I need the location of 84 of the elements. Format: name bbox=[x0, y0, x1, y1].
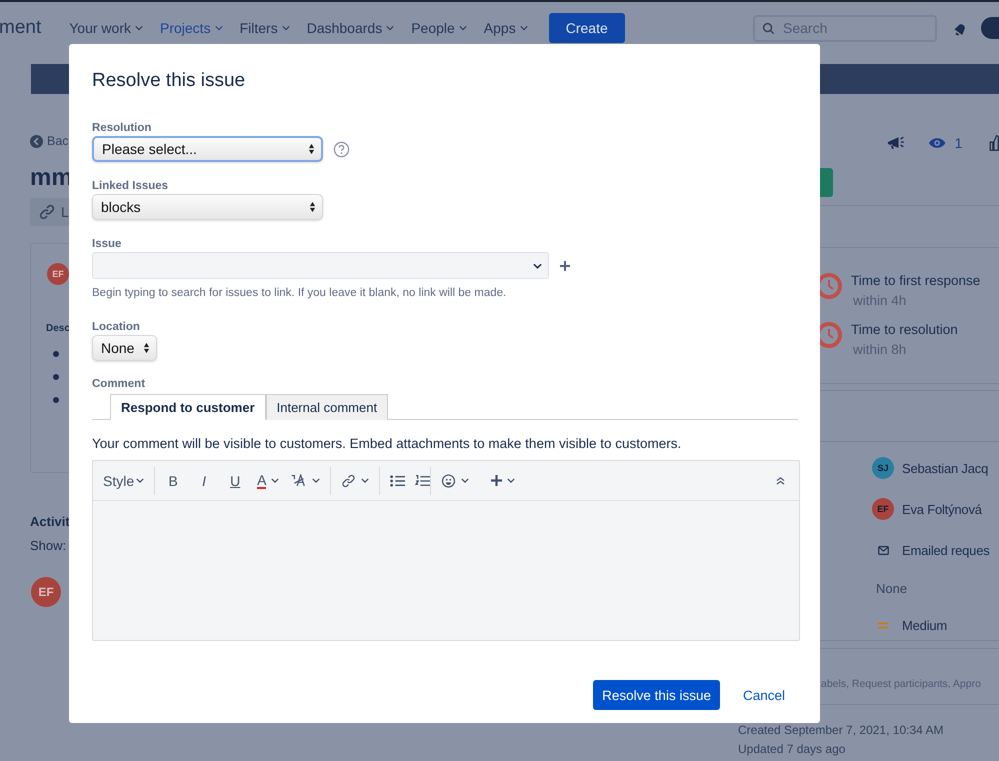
avatar: EF bbox=[31, 577, 61, 607]
person-name: Sebastian Jacq bbox=[902, 460, 988, 476]
text-style-dropdown[interactable]: Style bbox=[103, 472, 144, 488]
text-size-icon[interactable] bbox=[289, 474, 308, 487]
search-field[interactable]: Search bbox=[753, 14, 937, 42]
stepper-icon bbox=[309, 201, 316, 213]
nav-menu[interactable]: Dashboards bbox=[306, 20, 394, 36]
search-icon bbox=[762, 22, 775, 34]
help-text: Begin typing to search for issues to link. If you leave it blank, no link will be made. bbox=[92, 287, 508, 299]
caret-icon[interactable] bbox=[507, 478, 516, 483]
chevron-down-icon bbox=[533, 262, 542, 268]
field-label: Resolution bbox=[92, 122, 152, 134]
help-icon[interactable] bbox=[333, 140, 350, 158]
nav-menu[interactable]: Your work bbox=[69, 20, 143, 36]
person-name: Eva Foltýnová bbox=[902, 502, 982, 516]
field-label: Comment bbox=[92, 378, 146, 390]
caret-icon bbox=[214, 25, 223, 31]
avatar: SJ bbox=[872, 457, 894, 479]
nav-menu[interactable]: People bbox=[411, 20, 467, 36]
caret-icon[interactable] bbox=[461, 478, 470, 483]
priority-icon bbox=[877, 620, 889, 630]
stepper-icon bbox=[308, 143, 315, 155]
bullet-list-icon[interactable] bbox=[390, 474, 406, 488]
plus-icon[interactable] bbox=[491, 475, 502, 486]
field-value: None bbox=[876, 581, 908, 596]
field-label: Linked Issues bbox=[92, 180, 170, 192]
caret-icon bbox=[458, 25, 467, 31]
stepper-icon bbox=[143, 342, 150, 354]
nav-menu[interactable]: Apps bbox=[484, 20, 528, 36]
more-fields-text: abels, Request participants, Appro bbox=[821, 678, 981, 690]
caret-icon[interactable] bbox=[361, 478, 370, 483]
text-color-button[interactable]: A bbox=[257, 472, 266, 488]
person-name: Emailed reques bbox=[902, 542, 990, 558]
caret-icon bbox=[520, 25, 528, 31]
avatar: EF bbox=[47, 263, 69, 285]
caret-icon bbox=[386, 25, 394, 31]
link-icon bbox=[39, 204, 55, 220]
sla-title: Time to first response bbox=[851, 273, 980, 288]
cancel-link[interactable]: Cancel bbox=[742, 688, 798, 702]
link-icon[interactable] bbox=[341, 474, 356, 488]
comment-tab[interactable]: Respond to customer bbox=[110, 394, 266, 420]
sla-target: within 4h bbox=[853, 293, 908, 308]
emoji-icon[interactable] bbox=[441, 474, 456, 488]
caret-icon bbox=[282, 25, 290, 31]
nav-menu[interactable]: Filters bbox=[240, 20, 290, 36]
bullet-icon bbox=[53, 374, 59, 380]
underline-button[interactable]: U bbox=[229, 472, 242, 488]
field-label: Location bbox=[92, 321, 141, 333]
bold-button[interactable]: B bbox=[167, 472, 180, 488]
create-button[interactable]: Create bbox=[548, 13, 625, 43]
link-type-select[interactable]: blocks bbox=[92, 194, 323, 220]
comment-editor[interactable]: Style B I U A bbox=[92, 460, 800, 641]
resolve-button[interactable]: Resolve this issue bbox=[593, 680, 720, 710]
avatar: EF bbox=[872, 498, 894, 520]
product-name: ment bbox=[0, 17, 42, 39]
caret-icon[interactable] bbox=[271, 478, 280, 483]
collapse-icon[interactable] bbox=[776, 476, 785, 484]
caret-icon bbox=[135, 25, 143, 31]
bullet-icon bbox=[53, 397, 59, 403]
section-heading: Desc bbox=[46, 323, 70, 334]
bullet-icon bbox=[53, 351, 59, 357]
comment-tab[interactable]: Internal comment bbox=[266, 394, 388, 420]
avatar-icon[interactable] bbox=[981, 17, 999, 39]
caret-icon[interactable] bbox=[312, 478, 320, 483]
created-date: Created September 7, 2021, 10:34 AM bbox=[738, 722, 944, 739]
sla-target: within 8h bbox=[853, 342, 908, 357]
dialog-title: Resolve this issue bbox=[92, 70, 246, 92]
mail-icon bbox=[878, 546, 888, 554]
field-label: Issue bbox=[92, 238, 122, 250]
plus-icon[interactable] bbox=[560, 260, 570, 270]
watcher-count: 1 bbox=[954, 135, 962, 151]
visibility-notice: Your comment will be visible to customers. Embed attachments to make them visible to customers. bbox=[92, 436, 682, 451]
back-icon[interactable] bbox=[30, 134, 43, 148]
filter-label: Show: bbox=[30, 538, 66, 553]
eye-icon[interactable] bbox=[928, 136, 947, 150]
numbered-list-icon[interactable] bbox=[415, 474, 430, 488]
updated-date: Updated 7 days ago bbox=[738, 741, 846, 758]
section-heading: Activit bbox=[30, 514, 70, 529]
priority-value: Medium bbox=[902, 618, 948, 632]
location-select[interactable]: None bbox=[92, 335, 157, 361]
sla-title: Time to resolution bbox=[851, 322, 958, 337]
italic-button[interactable]: I bbox=[198, 472, 210, 488]
caret-icon bbox=[136, 478, 144, 483]
resolution-select[interactable]: Please select... bbox=[92, 136, 323, 162]
